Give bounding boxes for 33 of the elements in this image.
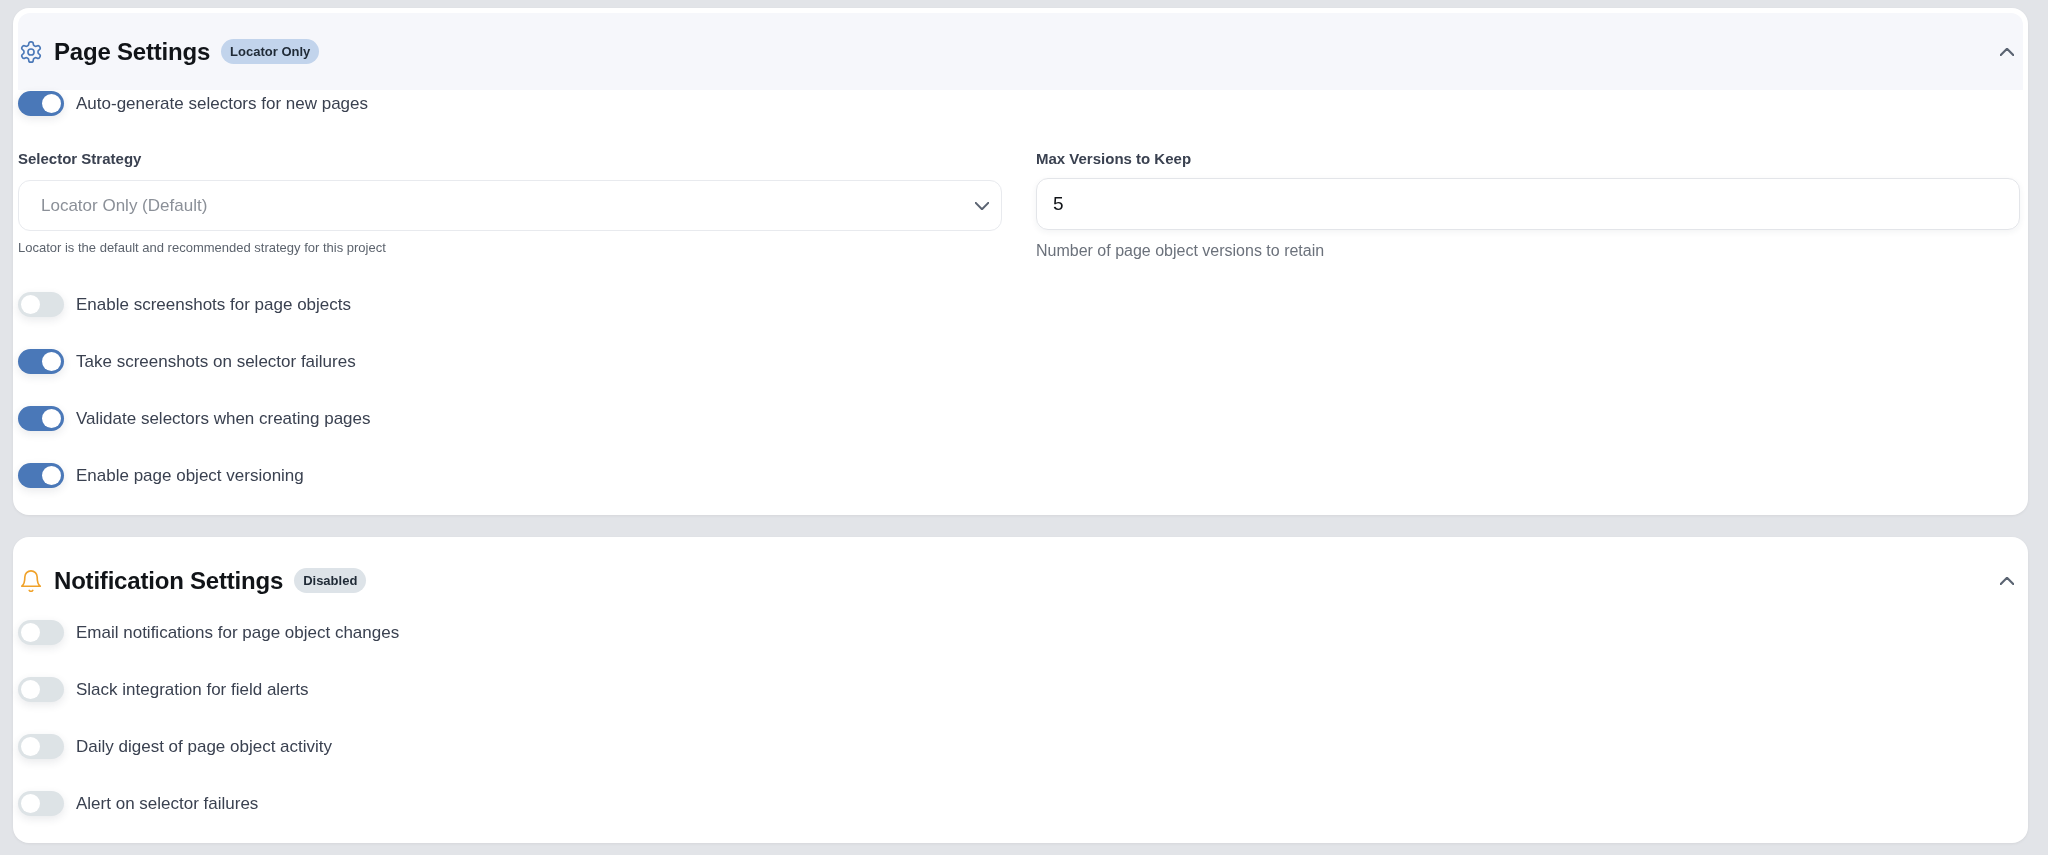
help-text: Locator is the default and recommended strategy for this project: [18, 240, 387, 255]
toggle-label: Slack integration for field alerts: [76, 679, 309, 700]
toggle-label: Enable page object versioning: [76, 465, 304, 486]
section-title: Notification Settings: [54, 566, 284, 595]
toggle-label: Enable screenshots for page objects: [76, 294, 351, 315]
toggle-label: Alert on selector failures: [76, 793, 259, 814]
toggle-switch[interactable]: [18, 677, 64, 702]
chevron-down-icon: [975, 201, 989, 210]
settings-icon: [20, 40, 42, 63]
toggle-switch[interactable]: [18, 91, 64, 116]
bell-icon: [20, 569, 42, 592]
section-title: Page Settings: [54, 37, 211, 66]
help-text: Number of page object versions to retain: [1036, 242, 1326, 260]
section-tag: Disabled: [294, 568, 367, 593]
toggle-switch[interactable]: [18, 349, 64, 374]
toggle-label: Daily digest of page object activity: [76, 736, 333, 757]
chevron-up-icon[interactable]: [2000, 47, 2014, 56]
number-field[interactable]: 5: [1036, 178, 2020, 230]
field-label: Selector Strategy: [18, 149, 143, 169]
section-tag: Locator Only: [221, 39, 320, 64]
toggle-label: Email notifications for page object changes: [76, 622, 400, 643]
toggle-label: Take screenshots on selector failures: [76, 351, 356, 372]
section-header[interactable]: Page Settings Locator Only: [18, 13, 2023, 90]
toggle-label: Validate selectors when creating pages: [76, 408, 371, 429]
toggle-switch[interactable]: [18, 734, 64, 759]
toggle-switch[interactable]: [18, 620, 64, 645]
toggle-switch[interactable]: [18, 406, 64, 431]
toggle-label: Auto-generate selectors for new pages: [76, 93, 368, 114]
toggle-switch[interactable]: [18, 791, 64, 816]
toggle-switch[interactable]: [18, 292, 64, 317]
toggle-switch[interactable]: [18, 463, 64, 488]
chevron-up-icon[interactable]: [2000, 576, 2014, 585]
field-label: Max Versions to Keep: [1036, 149, 1193, 169]
